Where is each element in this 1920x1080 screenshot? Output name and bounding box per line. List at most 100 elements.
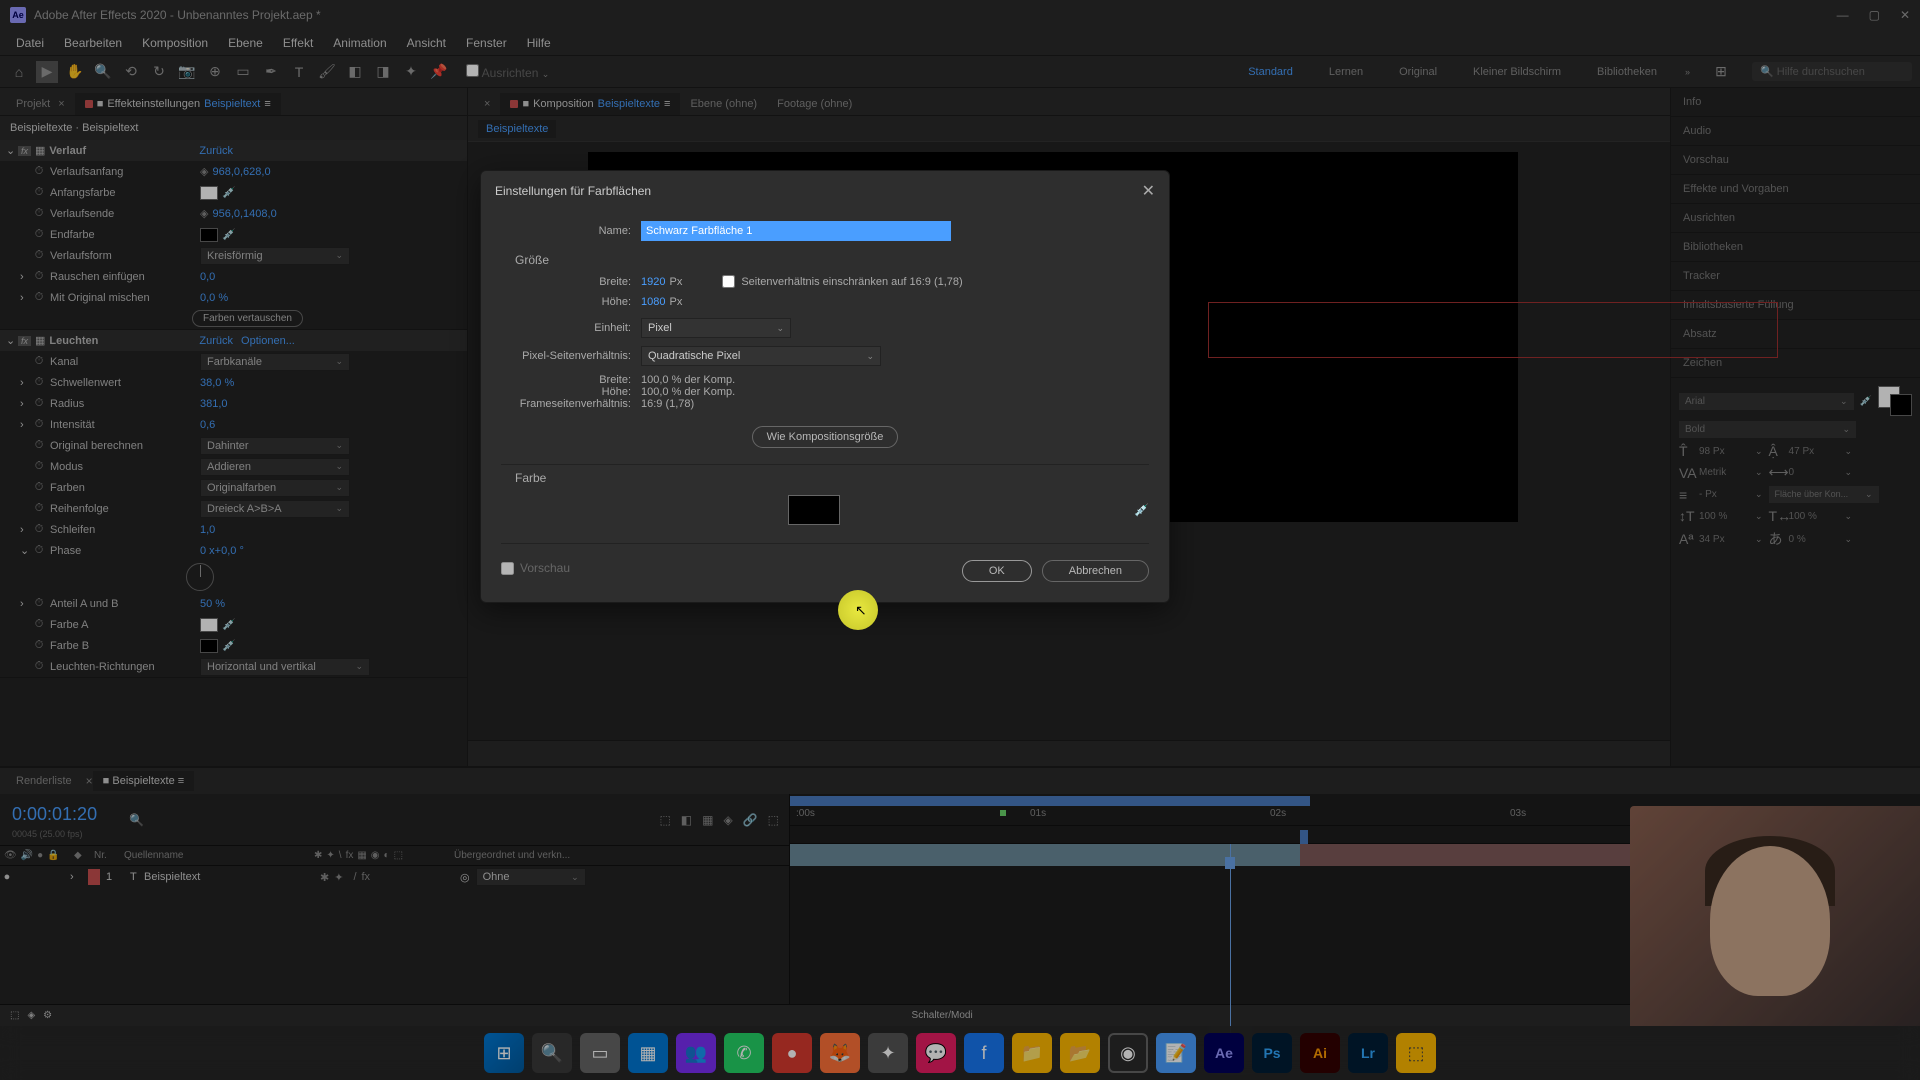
expand-icon[interactable]: › xyxy=(20,398,32,410)
taskbar-facebook[interactable]: f xyxy=(964,1033,1004,1073)
tab-footage[interactable]: Footage (ohne) xyxy=(767,93,862,115)
panel-vorschau[interactable]: Vorschau xyxy=(1671,146,1920,175)
switch-icon[interactable]: ⬚ xyxy=(394,850,403,861)
tracking-value[interactable]: 0 xyxy=(1789,467,1839,478)
taskbar-notepad[interactable]: 📝 xyxy=(1156,1033,1196,1073)
val-mischen[interactable]: 0,0 % xyxy=(200,292,228,304)
switch-icon[interactable]: ▦ xyxy=(357,850,366,861)
menu-komposition[interactable]: Komposition xyxy=(132,32,218,54)
panel-audio[interactable]: Audio xyxy=(1671,117,1920,146)
stopwatch-icon[interactable]: ⏱ xyxy=(32,270,46,283)
menu-datei[interactable]: Datei xyxy=(6,32,54,54)
kerning-value[interactable]: Metrik xyxy=(1699,467,1749,478)
menu-ebene[interactable]: Ebene xyxy=(218,32,273,54)
vscale-value[interactable]: 100 % xyxy=(1699,511,1749,522)
unit-select[interactable]: Pixel⌄ xyxy=(641,318,791,338)
dropdown-reihenfolge[interactable]: Dreieck A>B>A⌄ xyxy=(200,500,350,518)
val-radius[interactable]: 381,0 xyxy=(200,398,228,410)
taskbar-messenger[interactable]: 💬 xyxy=(916,1033,956,1073)
home-icon[interactable]: ⌂ xyxy=(8,61,30,83)
font-weight-select[interactable]: Bold⌄ xyxy=(1679,421,1856,438)
val-verlaufsende[interactable]: 956,0,1408,0 xyxy=(212,208,276,220)
stopwatch-icon[interactable]: ⏱ xyxy=(32,207,46,220)
dropdown-farben[interactable]: Originalfarben⌄ xyxy=(200,479,350,497)
work-area-end[interactable] xyxy=(1300,830,1308,844)
layer-color-icon[interactable] xyxy=(88,869,100,885)
dropdown-kanal[interactable]: Farbkanäle⌄ xyxy=(200,353,350,371)
comp-breadcrumb[interactable]: Beispieltexte xyxy=(478,120,556,138)
color-swatch-a[interactable] xyxy=(200,618,218,632)
tl-footer-icon[interactable]: ◈ xyxy=(27,1010,35,1021)
fx-badge[interactable]: fx xyxy=(18,336,31,346)
panel-tracker[interactable]: Tracker xyxy=(1671,262,1920,291)
close-icon[interactable]: × xyxy=(58,98,64,110)
options-link[interactable]: Optionen... xyxy=(241,335,295,347)
menu-hilfe[interactable]: Hilfe xyxy=(517,32,561,54)
stopwatch-icon[interactable]: ⏱ xyxy=(32,502,46,515)
ok-button[interactable]: OK xyxy=(962,560,1032,582)
val-intensitaet[interactable]: 0,6 xyxy=(200,419,215,431)
workspace-biblio[interactable]: Bibliotheken xyxy=(1589,62,1665,82)
switch-icon[interactable]: ✦ xyxy=(326,850,334,861)
expand-icon[interactable]: › xyxy=(20,419,32,431)
pickwhip-icon[interactable]: ◎ xyxy=(460,871,470,884)
tab-effect-controls[interactable]: ■ Effekteinstellungen Beispieltext ≡ xyxy=(75,93,281,115)
workspace-kleiner[interactable]: Kleiner Bildschirm xyxy=(1465,62,1569,82)
taskbar-firefox[interactable]: 🦊 xyxy=(820,1033,860,1073)
keyframe-marker[interactable] xyxy=(1000,810,1006,816)
color-swatch-end[interactable] xyxy=(200,228,218,242)
lock-aspect-checkbox[interactable] xyxy=(722,275,735,288)
dropdown-richtungen[interactable]: Horizontal und vertikal⌄ xyxy=(200,658,370,676)
tab-project[interactable]: Projekt× xyxy=(6,93,75,115)
camera-tool[interactable]: 📷 xyxy=(176,61,198,83)
switch-icon[interactable]: fx xyxy=(346,850,354,861)
menu-fenster[interactable]: Fenster xyxy=(456,32,517,54)
label-col-icon[interactable]: ◆ xyxy=(74,850,94,861)
orbit-tool[interactable]: ⟲ xyxy=(120,61,142,83)
search-timeline[interactable]: 🔍 xyxy=(129,813,144,827)
expand-icon[interactable]: › xyxy=(20,377,32,389)
pen-tool[interactable]: ✒ xyxy=(260,61,282,83)
snap-checkbox[interactable] xyxy=(466,64,479,77)
workspace-original[interactable]: Original xyxy=(1391,62,1445,82)
eye-icon[interactable]: 👁 xyxy=(4,850,17,861)
taskbar-app[interactable]: ▦ xyxy=(628,1033,668,1073)
layer-bar[interactable] xyxy=(790,844,1300,866)
eyedropper-icon[interactable]: 💉 xyxy=(222,186,236,199)
hand-tool[interactable]: ✋ xyxy=(64,61,86,83)
expand-icon[interactable]: › xyxy=(70,871,82,883)
fx-badge[interactable]: fx xyxy=(18,146,31,156)
stopwatch-icon[interactable]: ⏱ xyxy=(32,249,46,262)
font-size-value[interactable]: 98 Px xyxy=(1699,446,1749,457)
tl-icon[interactable]: ⬚ xyxy=(768,813,779,827)
layer-row[interactable]: ● › 1 T Beispieltext ✱✦/fx ◎ Ohne⌄ xyxy=(0,866,789,888)
audio-icon[interactable]: 🔊 xyxy=(21,850,33,861)
help-search[interactable]: 🔍 Hilfe durchsuchen xyxy=(1752,62,1912,81)
expand-icon[interactable]: ⌄ xyxy=(6,334,18,347)
workspace-lernen[interactable]: Lernen xyxy=(1321,62,1371,82)
val-schleifen[interactable]: 1,0 xyxy=(200,524,215,536)
puppet-tool[interactable]: 📌 xyxy=(428,61,450,83)
taskbar-app-gray[interactable]: ✦ xyxy=(868,1033,908,1073)
taskbar-explorer[interactable]: 📁 xyxy=(1012,1033,1052,1073)
stopwatch-icon[interactable]: ⏱ xyxy=(32,439,46,452)
color-swatch-start[interactable] xyxy=(200,186,218,200)
val-anteil[interactable]: 50 % xyxy=(200,598,225,610)
current-timecode[interactable]: 0:00:01:20 xyxy=(0,800,109,829)
fill-over-select[interactable]: Fläche über Kon...⌄ xyxy=(1769,486,1879,503)
stopwatch-icon[interactable]: ⏱ xyxy=(32,544,46,557)
brush-tool[interactable]: 🖌 xyxy=(316,61,338,83)
taskbar-after-effects[interactable]: Ae xyxy=(1204,1033,1244,1073)
baseline-value[interactable]: 34 Px xyxy=(1699,534,1749,545)
taskbar-illustrator[interactable]: Ai xyxy=(1300,1033,1340,1073)
menu-effekt[interactable]: Effekt xyxy=(273,32,323,54)
stopwatch-icon[interactable]: ⏱ xyxy=(32,291,46,304)
panel-info[interactable]: Info xyxy=(1671,88,1920,117)
switch-icon[interactable]: ✱ xyxy=(314,850,322,861)
dropdown-original[interactable]: Dahinter⌄ xyxy=(200,437,350,455)
close-icon[interactable]: × xyxy=(86,774,93,788)
val-verlaufsanfang[interactable]: 968,0,628,0 xyxy=(212,166,270,178)
tl-icon[interactable]: ◧ xyxy=(681,813,692,827)
eyedropper-icon[interactable]: 💉 xyxy=(1860,396,1872,407)
workspace-standard[interactable]: Standard xyxy=(1240,62,1301,82)
